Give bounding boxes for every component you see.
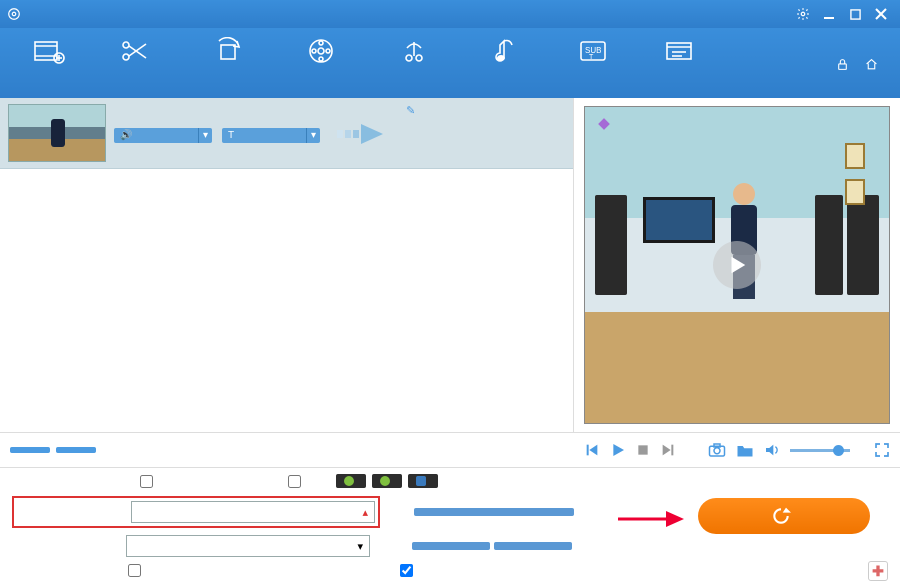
tool-subtitles[interactable]: SUBT	[550, 32, 636, 70]
film-add-icon	[32, 36, 66, 66]
tool-cut[interactable]	[92, 32, 178, 70]
nvidia-eye-icon	[380, 476, 390, 486]
delete-button[interactable]	[56, 447, 96, 453]
preview-brand-logo	[597, 117, 615, 131]
tool-effect[interactable]	[278, 32, 364, 70]
plus-box-icon: ✚	[868, 561, 888, 581]
chevron-down-icon: ▾	[306, 128, 320, 143]
output-folder-select[interactable]: ▾	[126, 535, 370, 557]
view-button[interactable]	[412, 542, 490, 550]
play-button[interactable]	[610, 442, 626, 458]
hw-badges	[336, 474, 438, 488]
clear-button[interactable]	[10, 447, 50, 453]
tool-rotate-crop[interactable]	[178, 32, 278, 70]
video-thumbnail	[8, 104, 106, 162]
list-empty-area	[0, 169, 573, 432]
svg-text:T: T	[589, 54, 594, 61]
conversion-arrow-icon	[328, 104, 398, 148]
list-action-bar	[0, 432, 574, 468]
tool-add-file[interactable]	[6, 32, 92, 70]
stop-button[interactable]	[636, 443, 650, 457]
audio-codec-select[interactable]: 🔊 ▾	[114, 128, 212, 143]
intel-icon	[416, 476, 426, 486]
music-icon	[490, 36, 524, 66]
about-link[interactable]	[836, 58, 853, 71]
tool-watermark[interactable]	[364, 32, 464, 70]
play-overlay-button[interactable]	[713, 241, 761, 289]
badge-cuda	[336, 474, 366, 488]
maximize-button[interactable]	[842, 4, 868, 24]
edit-icon: ✎	[406, 105, 415, 117]
source-meta	[114, 104, 320, 120]
settings-button[interactable]	[790, 4, 816, 24]
merge-checkbox[interactable]	[140, 475, 158, 488]
chevron-up-icon: ▴	[362, 506, 368, 519]
nvidia-eye-icon	[344, 476, 354, 486]
title-bar	[0, 0, 900, 28]
format-row-highlight: ▴	[12, 496, 380, 528]
output-settings-button[interactable]	[414, 508, 574, 516]
target-meta: ✎	[406, 104, 415, 152]
home-icon	[865, 58, 878, 71]
snapshot-button[interactable]	[708, 442, 726, 458]
official-site-link[interactable]	[865, 58, 882, 71]
open-folder-button[interactable]	[736, 443, 754, 458]
player-controls	[574, 432, 900, 468]
prev-button[interactable]	[584, 442, 600, 458]
next-button[interactable]	[660, 442, 676, 458]
chevron-down-icon: ▾	[198, 128, 212, 143]
open-button[interactable]	[494, 542, 572, 550]
scissors-icon	[118, 36, 152, 66]
lock-icon	[836, 58, 849, 71]
list-item[interactable]: 🔊 ▾ T ▾ ✎	[0, 98, 573, 169]
start-button[interactable]	[698, 498, 870, 534]
video-preview[interactable]	[584, 106, 890, 424]
preview-on-edit-checkbox[interactable]	[400, 564, 508, 577]
app-logo-icon	[6, 6, 22, 22]
tool-start-end[interactable]	[636, 32, 722, 70]
close-button[interactable]	[868, 4, 894, 24]
badge-nvenc	[372, 474, 402, 488]
fullscreen-button[interactable]	[874, 442, 890, 458]
watermark-icon	[397, 36, 431, 66]
subtitle-codec-select[interactable]: T ▾	[222, 128, 320, 143]
rotate-crop-icon	[211, 36, 245, 66]
file-list: 🔊 ▾ T ▾ ✎	[0, 98, 574, 432]
text-icon: T	[228, 130, 234, 141]
minimize-button[interactable]	[816, 4, 842, 24]
main-toolbar: SUBT	[0, 28, 900, 98]
startend-icon	[662, 36, 696, 66]
volume-button[interactable]	[764, 442, 780, 458]
effect-icon	[304, 36, 338, 66]
gpu-checkbox[interactable]	[288, 475, 306, 488]
speaker-icon: 🔊	[120, 130, 132, 141]
subtitle-icon: SUBT	[576, 36, 610, 66]
output-format-select[interactable]: ▴	[131, 501, 375, 523]
annotation-arrow-icon	[616, 508, 686, 530]
chevron-down-icon: ▾	[357, 540, 363, 553]
tool-music[interactable]	[464, 32, 550, 70]
shutdown-checkbox[interactable]	[128, 564, 236, 577]
volume-slider[interactable]	[790, 449, 850, 452]
badge-intel	[408, 474, 438, 488]
brand-footer-logo: ✚	[868, 561, 892, 581]
